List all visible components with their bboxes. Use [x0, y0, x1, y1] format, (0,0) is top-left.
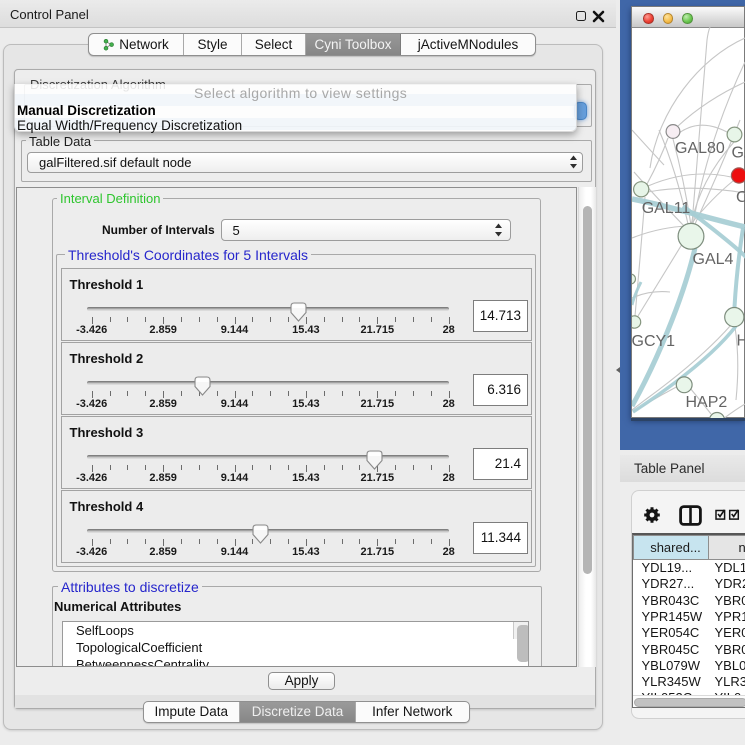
svg-text:CYC8: CYC8 [736, 189, 745, 206]
svg-text:HAP4: HAP4 [737, 332, 745, 349]
svg-text:GAL11: GAL11 [642, 200, 691, 217]
svg-text:GAL3: GAL3 [732, 145, 745, 162]
svg-text:GAL4: GAL4 [693, 251, 734, 268]
svg-text:HAP2: HAP2 [686, 394, 728, 411]
svg-text:GCY1: GCY1 [632, 333, 675, 350]
svg-text:GAL80: GAL80 [675, 140, 725, 157]
